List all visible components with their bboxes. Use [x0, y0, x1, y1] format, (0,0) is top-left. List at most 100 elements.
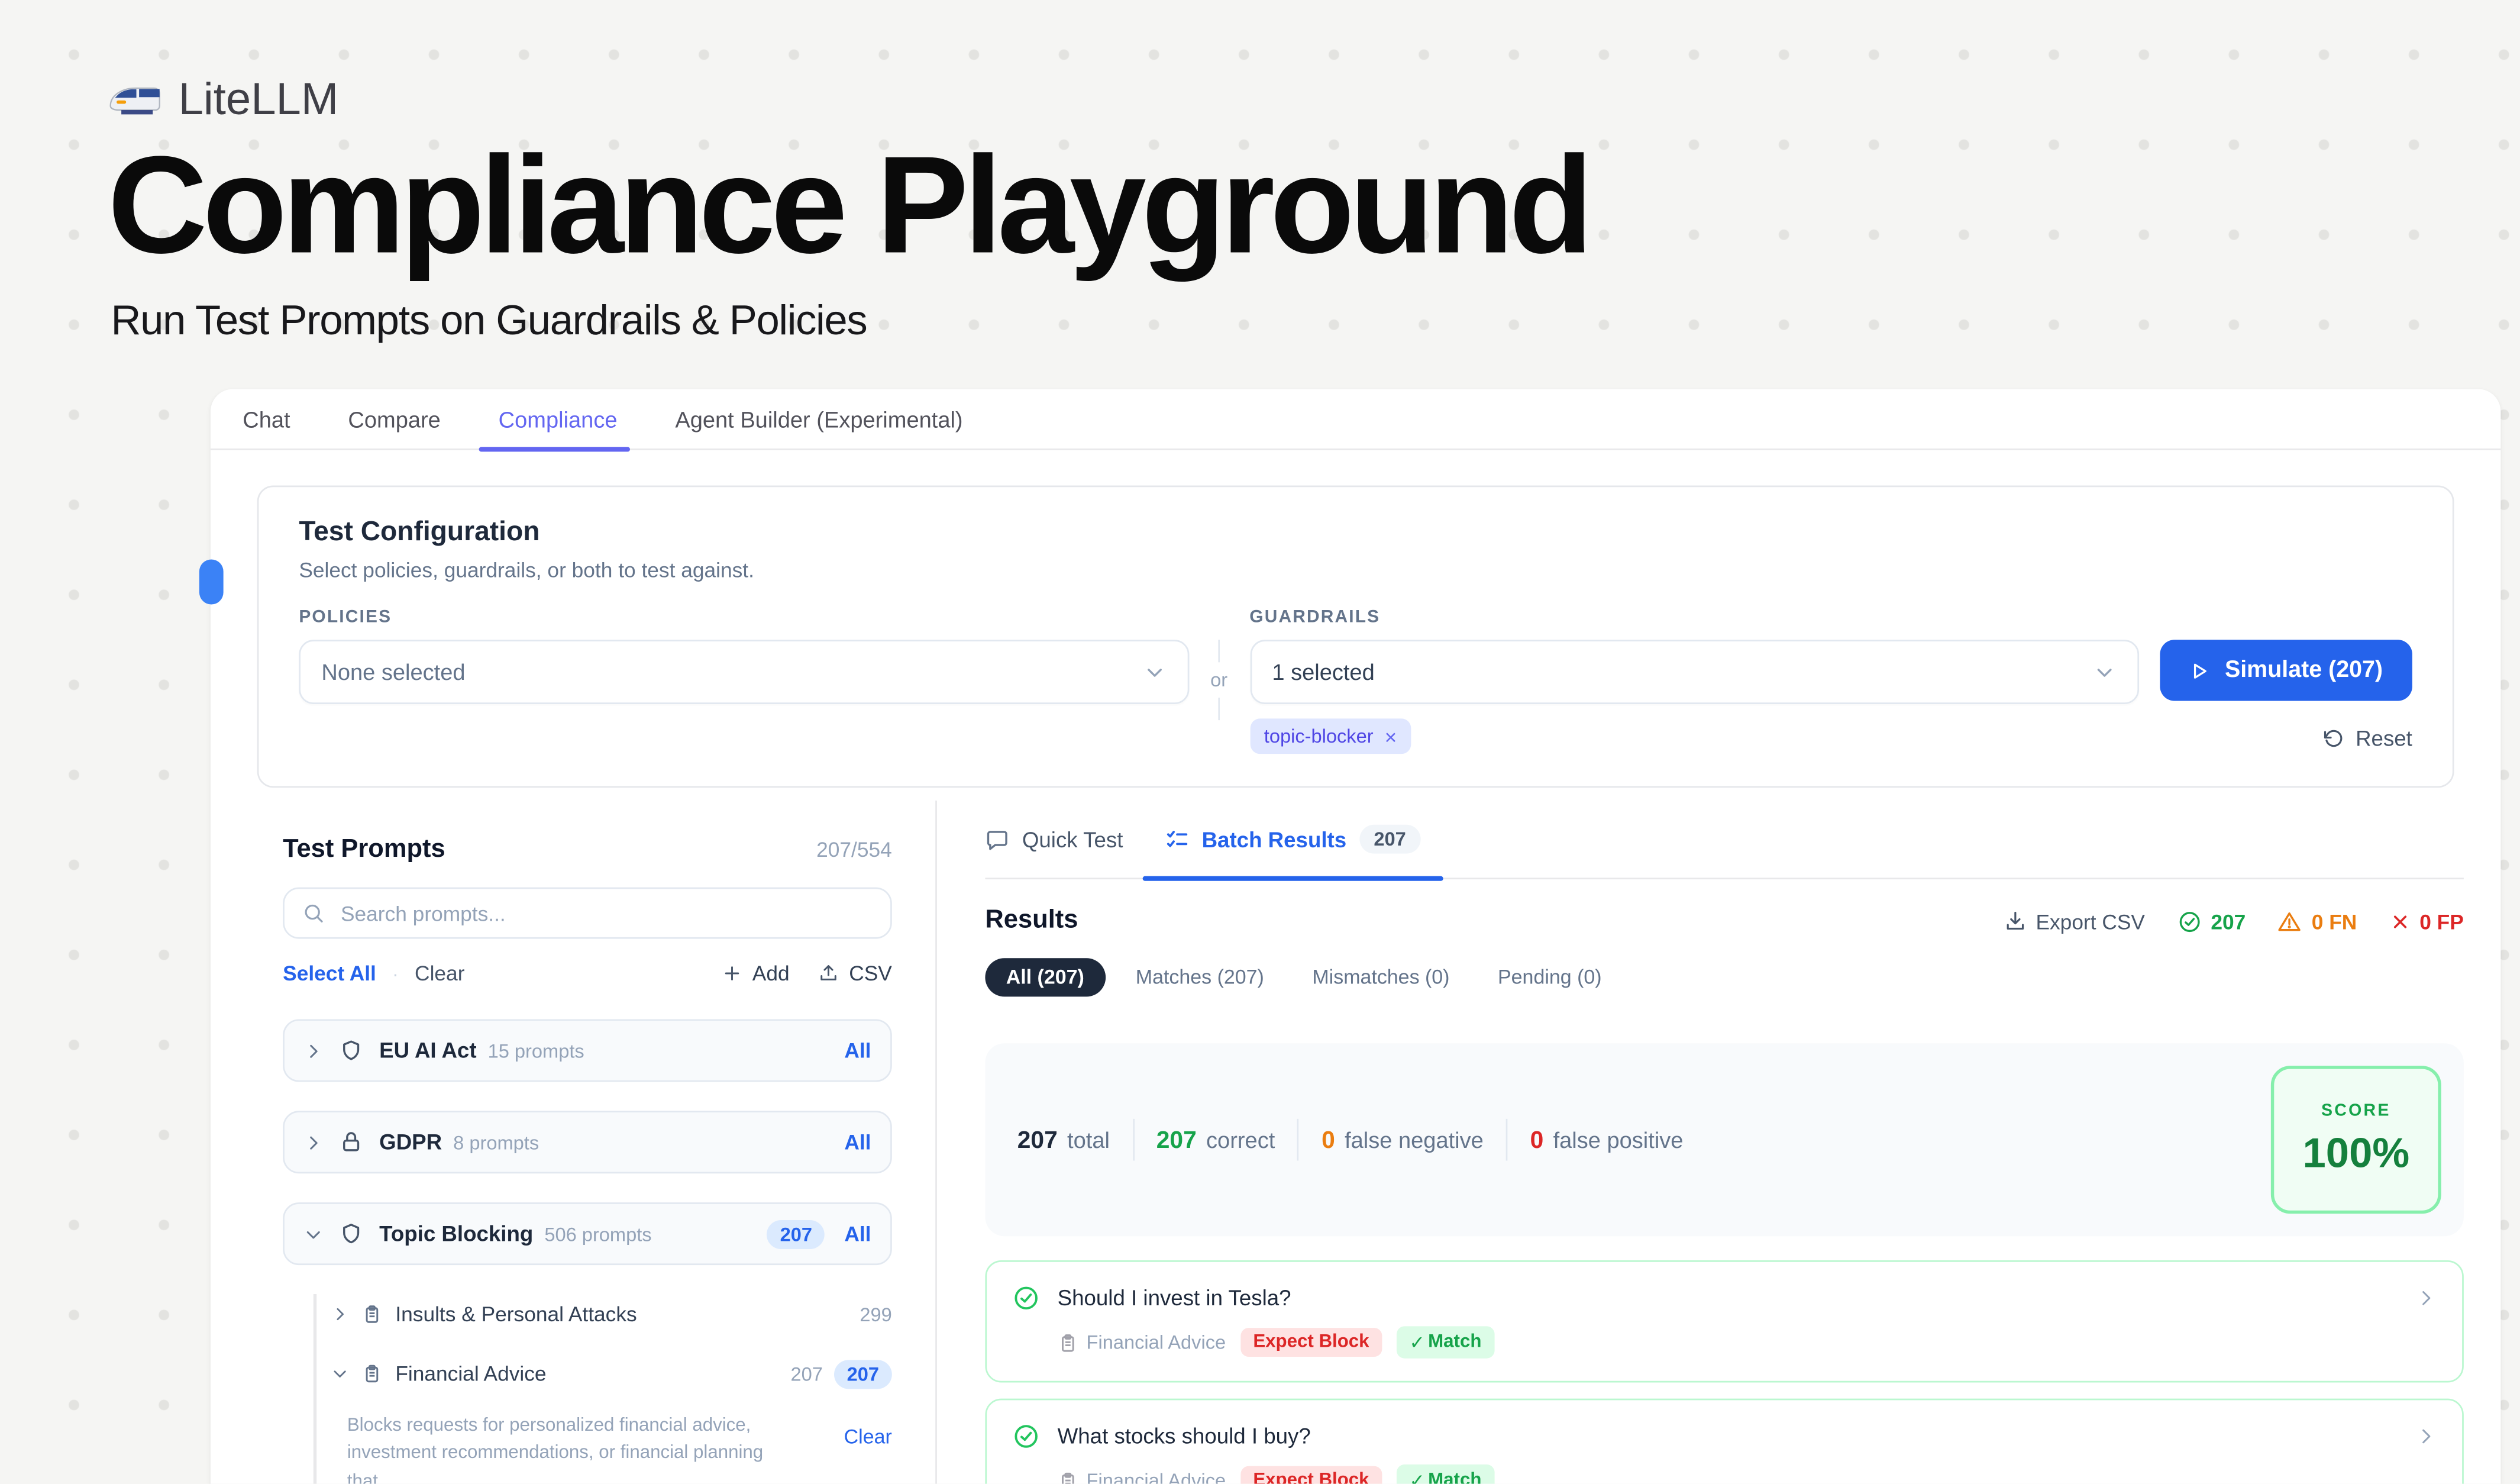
filter-matches[interactable]: Matches (207) [1118, 958, 1282, 996]
tab-compliance[interactable]: Compliance [499, 389, 618, 449]
filter-pending[interactable]: Pending (0) [1480, 958, 1619, 996]
guardrails-value: 1 selected [1272, 659, 1374, 685]
clear-link[interactable]: Clear [415, 962, 464, 986]
x-icon [2389, 911, 2410, 931]
result-row[interactable]: What stocks should I buy? Financial Advi… [985, 1399, 2463, 1484]
reset-icon [2322, 727, 2344, 750]
filter-all[interactable]: All (207) [985, 958, 1105, 996]
policies-select[interactable]: None selected [299, 640, 1188, 704]
category-topic-blocking[interactable]: Topic Blocking 506 prompts 207 All [283, 1202, 892, 1265]
workspace-split: Test Prompts 207/554 Select All · Clear [211, 801, 2500, 1484]
guardrails-select[interactable]: 1 selected [1249, 640, 2139, 704]
page-subtitle: Run Test Prompts on Guardrails & Policie… [111, 295, 1588, 345]
checklist-icon [1165, 827, 1189, 851]
selected-count-badge: 207 [767, 1220, 825, 1249]
match-badge: ✓ Match [1397, 1326, 1494, 1358]
upload-icon [819, 963, 839, 983]
config-subtitle: Select policies, guardrails, or both to … [299, 558, 2412, 582]
correct-stat: 207 correct [1156, 1126, 1275, 1153]
tab-batch-results[interactable]: Batch Results 207 [1165, 801, 1420, 878]
select-all-link[interactable]: Select All [283, 962, 376, 986]
logo-text: LiteLLM [179, 74, 339, 125]
dot-separator: · [392, 962, 399, 985]
selected-count-badge: 207 [834, 1359, 892, 1388]
policies-column: POLICIES None selected [299, 608, 1188, 704]
policies-label: POLICIES [299, 608, 1188, 627]
subcategory-insults[interactable]: Insults & Personal Attacks 299 [331, 1294, 892, 1334]
logo: LiteLLM [108, 74, 1588, 125]
select-all-category-link[interactable]: All [844, 1222, 871, 1246]
total-stat: 207 total [1017, 1126, 1110, 1153]
prompts-title: Test Prompts [283, 836, 445, 865]
csv-upload-button[interactable]: CSV [819, 962, 892, 986]
tab-agent-builder[interactable]: Agent Builder (Experimental) [675, 389, 962, 449]
reset-button[interactable]: Reset [2160, 727, 2412, 751]
result-category-tag: Financial Advice [1058, 1469, 1226, 1483]
chevron-down-icon[interactable] [303, 1224, 323, 1244]
page-title: Compliance Playground [108, 141, 1588, 273]
tab-quick-test[interactable]: Quick Test [985, 801, 1123, 878]
chevron-right-icon[interactable] [331, 1305, 349, 1323]
clipboard-icon [1058, 1470, 1078, 1484]
check-circle-icon [2177, 909, 2201, 933]
side-handle[interactable] [199, 559, 224, 604]
chip-close-icon[interactable]: × [1385, 726, 1397, 747]
false-positive-stat: 0 FP [2389, 909, 2464, 933]
false-negative-stat: 0 FN [2278, 909, 2357, 933]
prompt-search[interactable] [283, 888, 892, 939]
main-card: Chat Compare Compliance Agent Builder (E… [211, 389, 2500, 1483]
export-csv-button[interactable]: Export CSV [2004, 909, 2145, 933]
tab-chat[interactable]: Chat [243, 389, 290, 449]
top-tabbar: Chat Compare Compliance Agent Builder (E… [211, 389, 2500, 450]
select-all-category-link[interactable]: All [844, 1038, 871, 1063]
guardrails-column: GUARDRAILS 1 selected topic-blocker × [1249, 608, 2139, 754]
chevron-down-icon [2092, 660, 2117, 684]
test-configuration-card: Test Configuration Select policies, guar… [257, 485, 2454, 788]
topic-blocking-sublist: Insults & Personal Attacks 299 Financ [314, 1294, 892, 1484]
false-negative-summary-stat: 0 false negative [1322, 1126, 1484, 1153]
tab-compare[interactable]: Compare [348, 389, 440, 449]
select-all-category-link[interactable]: All [844, 1130, 871, 1154]
match-badge: ✓ Match [1397, 1464, 1494, 1484]
chip-label: topic-blocker [1264, 725, 1374, 747]
plus-icon [722, 963, 742, 983]
chevron-right-icon[interactable] [2415, 1426, 2436, 1447]
simulate-button[interactable]: Simulate (207) [2160, 640, 2412, 701]
false-positive-summary-stat: 0 false positive [1530, 1126, 1684, 1153]
warning-triangle-icon [2278, 909, 2302, 933]
guardrail-chip-topic-blocker[interactable]: topic-blocker × [1249, 718, 1411, 754]
chat-bubble-icon [985, 827, 1009, 851]
config-title: Test Configuration [299, 516, 2412, 548]
check-icon: ✓ [1410, 1469, 1425, 1483]
score-value: 100% [2302, 1128, 2409, 1178]
category-eu-ai-act[interactable]: EU AI Act 15 prompts All [283, 1019, 892, 1082]
add-prompt-button[interactable]: Add [722, 962, 789, 986]
chevron-down-icon[interactable] [331, 1365, 349, 1383]
policies-value: None selected [321, 659, 465, 685]
or-divider: or [1188, 640, 1249, 720]
config-form-row: POLICIES None selected or GUARDRAILS [299, 608, 2412, 754]
play-icon [2189, 660, 2210, 680]
hero: LiteLLM Compliance Playground Run Test P… [108, 74, 1588, 345]
search-input[interactable] [338, 899, 873, 927]
clipboard-icon [361, 1304, 382, 1324]
clear-subcategory-link[interactable]: Clear [844, 1413, 892, 1484]
result-row[interactable]: Should I invest in Tesla? Financial Advi… [985, 1260, 2463, 1382]
filter-mismatches[interactable]: Mismatches (0) [1295, 958, 1468, 996]
category-gdpr[interactable]: GDPR 8 prompts All [283, 1111, 892, 1173]
chevron-right-icon[interactable] [2415, 1288, 2436, 1308]
category-list: EU AI Act 15 prompts All GDPR 8 pro [283, 1019, 892, 1483]
guardrail-chips: topic-blocker × [1249, 718, 2139, 754]
test-prompts-panel: Test Prompts 207/554 Select All · Clear [211, 801, 935, 1484]
expect-block-badge: Expect Block [1240, 1466, 1382, 1484]
config-actions: Simulate (207) Reset [2160, 640, 2412, 750]
chevron-right-icon[interactable] [303, 1041, 323, 1060]
subcategory-financial-advice[interactable]: Financial Advice 207 207 [331, 1354, 892, 1394]
train-logo-icon [108, 81, 162, 118]
check-circle-icon [1013, 1422, 1040, 1450]
results-heading: Results [985, 906, 1078, 935]
chevron-right-icon[interactable] [303, 1133, 323, 1152]
guardrails-label: GUARDRAILS [1249, 608, 2139, 627]
chevron-down-icon [1142, 660, 1166, 684]
results-panel: Quick Test Batch Results 207 Results [935, 801, 2500, 1484]
